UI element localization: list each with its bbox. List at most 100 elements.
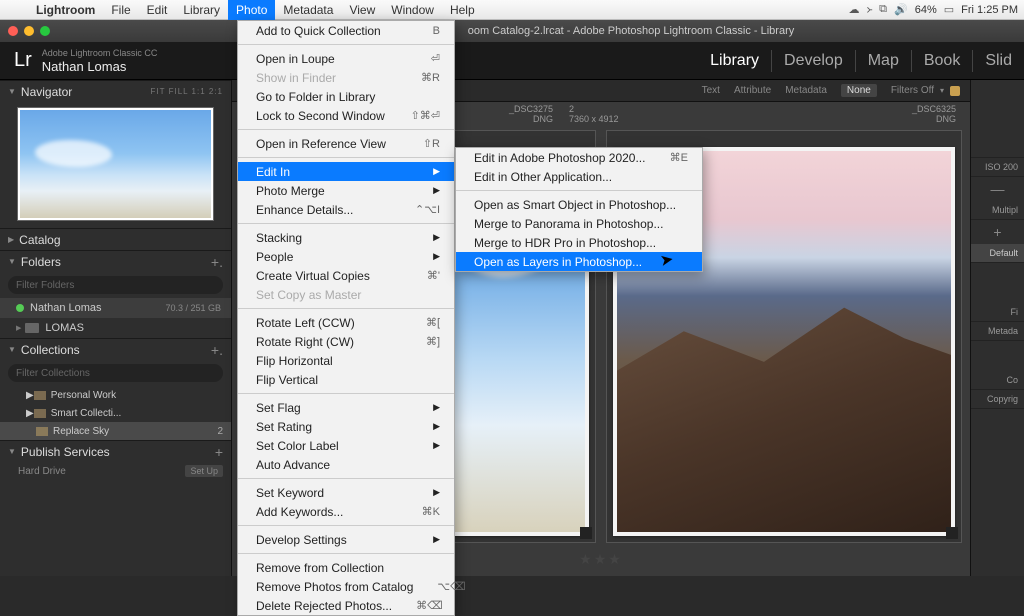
disclosure-triangle-icon[interactable]: ▼ [8, 257, 16, 266]
menu-item[interactable]: Lock to Second Window⇧⌘⏎ [238, 106, 454, 125]
menu-item[interactable]: Remove from Collection [238, 558, 454, 577]
bluetooth-icon[interactable]: ᚛ [867, 3, 873, 16]
navigator-zoom-options[interactable]: FIT FILL 1:1 2:1 [151, 87, 223, 96]
menu-edit[interactable]: Edit [139, 0, 176, 20]
collection-name: Replace Sky [53, 426, 109, 437]
cloud-icon[interactable]: ☁ [849, 3, 860, 16]
volume-name: Nathan Lomas [30, 302, 102, 314]
menu-item[interactable]: Rotate Right (CW)⌘] [238, 332, 454, 351]
menu-item[interactable]: Flip Horizontal [238, 351, 454, 370]
menu-view[interactable]: View [341, 0, 383, 20]
user-name: Nathan Lomas [42, 59, 158, 74]
panel-label[interactable]: Metada [971, 322, 1024, 341]
menu-item[interactable]: Merge to Panorama in Photoshop... [456, 214, 702, 233]
menu-item[interactable]: Set Color Label▶ [238, 436, 454, 455]
menu-metadata[interactable]: Metadata [275, 0, 341, 20]
menu-item[interactable]: Add Keywords...⌘K [238, 502, 454, 521]
module-book[interactable]: Book [911, 50, 972, 72]
menu-file[interactable]: File [103, 0, 138, 20]
filter-text[interactable]: Text [702, 85, 720, 96]
maximize-window-button[interactable] [40, 26, 50, 36]
menu-item[interactable]: Photo Merge▶ [238, 181, 454, 200]
menu-help[interactable]: Help [442, 0, 483, 20]
volume-icon[interactable]: 🔊 [894, 3, 908, 16]
menu-item[interactable]: Remove Photos from Catalog⌥⌫ [238, 577, 454, 596]
panel-label[interactable]: Co [971, 371, 1024, 390]
module-map[interactable]: Map [855, 50, 911, 72]
left-panels: ▼ Navigator FIT FILL 1:1 2:1 ▶ Catalog ▼… [0, 80, 232, 576]
disclosure-triangle-icon[interactable]: ▶ [26, 408, 34, 419]
disclosure-triangle-icon[interactable]: ▼ [8, 87, 16, 96]
menu-window[interactable]: Window [383, 0, 442, 20]
folder-row[interactable]: ▶ LOMAS [0, 318, 231, 338]
submenu-arrow-icon: ▶ [409, 166, 440, 177]
menu-item[interactable]: Stacking▶ [238, 228, 454, 247]
lock-icon[interactable] [950, 86, 960, 96]
menu-item[interactable]: Edit in Adobe Photoshop 2020...⌘E [456, 148, 702, 167]
folder-filter-input[interactable]: Filter Folders [8, 276, 223, 294]
menu-item[interactable]: Delete Rejected Photos...⌘⌫ [238, 596, 454, 615]
menu-item[interactable]: Open in Reference View⇧R [238, 134, 454, 153]
filters-off-label[interactable]: Filters Off [891, 85, 934, 96]
panel-label[interactable]: Copyrig [971, 390, 1024, 409]
app-name[interactable]: Lightroom [28, 0, 103, 20]
menu-item[interactable]: Add to Quick CollectionB [238, 21, 454, 40]
menu-item[interactable]: People▶ [238, 247, 454, 266]
collection-row[interactable]: ▶Personal Work [0, 386, 231, 404]
collection-row[interactable]: ▶Smart Collecti... [0, 404, 231, 422]
folders-header[interactable]: ▼ Folders +. [0, 250, 231, 272]
battery-icon[interactable]: ▭ [944, 3, 954, 16]
menu-item[interactable]: Develop Settings▶ [238, 530, 454, 549]
clock[interactable]: Fri 1:25 PM [961, 4, 1018, 16]
panel-label[interactable]: Fi [971, 303, 1024, 322]
menu-photo[interactable]: Photo [228, 0, 275, 20]
minimize-window-button[interactable] [24, 26, 34, 36]
catalog-header[interactable]: ▶ Catalog [0, 228, 231, 250]
close-window-button[interactable] [8, 26, 18, 36]
menu-item[interactable]: Create Virtual Copies⌘' [238, 266, 454, 285]
module-develop[interactable]: Develop [771, 50, 855, 72]
disclosure-triangle-icon[interactable]: ▶ [26, 390, 34, 401]
navigator-preview[interactable] [18, 108, 213, 220]
menu-library[interactable]: Library [175, 0, 228, 20]
menu-item[interactable]: Edit in Other Application... [456, 167, 702, 186]
add-folder-icon[interactable]: +. [211, 254, 223, 270]
expand-icon[interactable]: — [971, 177, 1024, 201]
disclosure-triangle-icon[interactable]: ▼ [8, 447, 16, 456]
filter-metadata[interactable]: Metadata [785, 85, 827, 96]
menu-item[interactable]: Open as Smart Object in Photoshop... [456, 195, 702, 214]
navigator-header[interactable]: ▼ Navigator FIT FILL 1:1 2:1 [0, 80, 231, 102]
module-slideshow[interactable]: Slid [972, 50, 1024, 72]
menu-item[interactable]: Go to Folder in Library [238, 87, 454, 106]
module-library[interactable]: Library [698, 50, 771, 72]
menu-item[interactable]: Set Rating▶ [238, 417, 454, 436]
submenu-arrow-icon: ▶ [409, 421, 440, 432]
disclosure-triangle-icon[interactable]: ▼ [8, 345, 16, 354]
volume-row[interactable]: Nathan Lomas 70.3 / 251 GB [0, 298, 231, 318]
menu-item[interactable]: Enhance Details...⌃⌥I [238, 200, 454, 219]
folder-name: LOMAS [45, 322, 84, 334]
publish-header[interactable]: ▼ Publish Services + [0, 440, 231, 462]
chevron-down-icon[interactable]: ▾ [940, 86, 944, 95]
setup-button[interactable]: Set Up [185, 465, 223, 477]
disclosure-triangle-icon[interactable]: ▶ [16, 324, 21, 332]
menu-item[interactable]: Open in Loupe⏎ [238, 49, 454, 68]
filter-attribute[interactable]: Attribute [734, 85, 771, 96]
menu-item[interactable]: Set Keyword▶ [238, 483, 454, 502]
publish-service-row[interactable]: Hard Drive Set Up [0, 462, 231, 480]
collection-row[interactable]: Replace Sky2 [0, 422, 231, 440]
filter-none[interactable]: None [841, 84, 877, 97]
disclosure-triangle-icon[interactable]: ▶ [8, 235, 14, 244]
folder-filter-placeholder: Filter Folders [16, 280, 74, 291]
menu-item[interactable]: Flip Vertical [238, 370, 454, 389]
add-collection-icon[interactable]: +. [211, 342, 223, 358]
menu-item[interactable]: Edit In▶ [238, 162, 454, 181]
add-icon[interactable]: + [971, 220, 1024, 244]
add-publish-icon[interactable]: + [215, 444, 223, 460]
menu-item[interactable]: Rotate Left (CCW)⌘[ [238, 313, 454, 332]
menu-item[interactable]: Set Flag▶ [238, 398, 454, 417]
collections-header[interactable]: ▼ Collections +. [0, 338, 231, 360]
menu-item[interactable]: Auto Advance [238, 455, 454, 474]
collection-filter-input[interactable]: Filter Collections [8, 364, 223, 382]
wifi-icon[interactable]: ⧉ [879, 3, 887, 16]
